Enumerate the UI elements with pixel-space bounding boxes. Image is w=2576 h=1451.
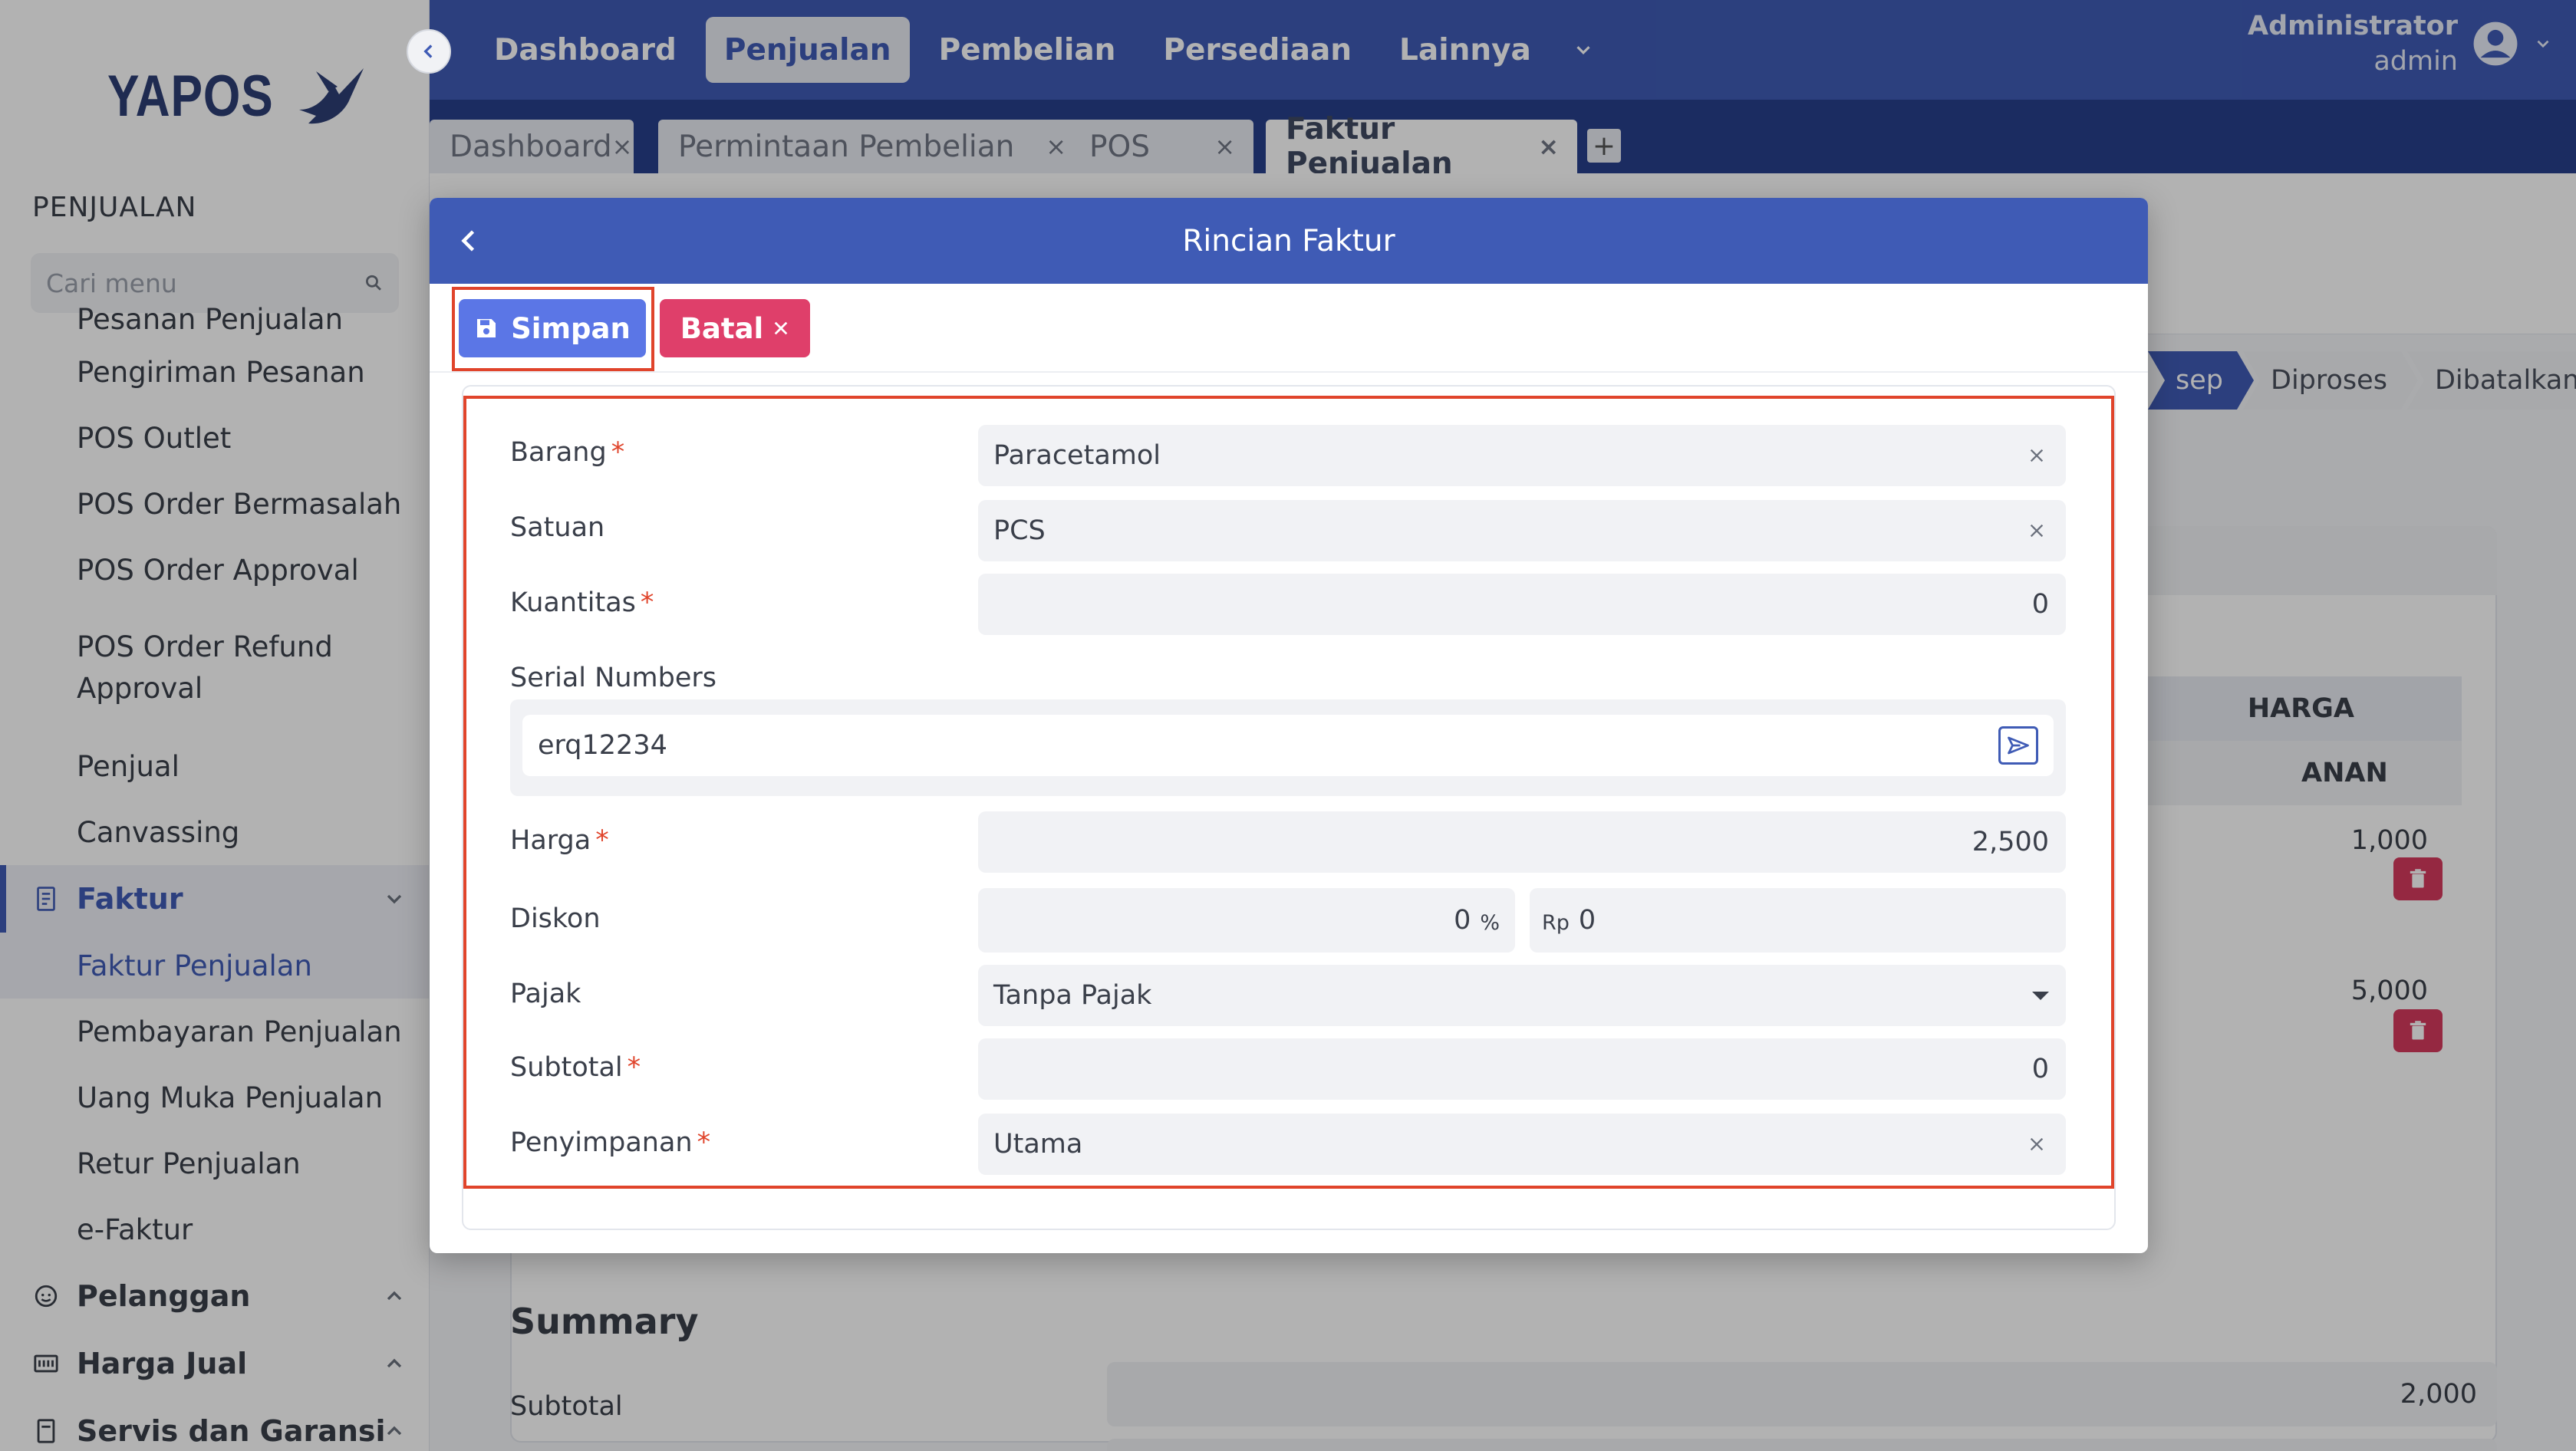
label-text: Barang xyxy=(510,437,607,468)
close-icon xyxy=(774,321,788,335)
kuantitas-input[interactable]: 0 xyxy=(978,574,2066,635)
modal-header: Rincian Faktur xyxy=(430,198,2148,284)
pajak-select[interactable]: Tanpa Pajak xyxy=(978,965,2066,1026)
required-mark: * xyxy=(640,587,654,618)
modal-back-button[interactable] xyxy=(448,219,491,262)
label-text: Pajak xyxy=(510,979,581,1009)
field-label-diskon: Diskon xyxy=(510,903,601,934)
toolbar-divider xyxy=(430,371,2148,373)
chevron-left-icon xyxy=(423,44,433,58)
harga-input[interactable]: 2,500 xyxy=(978,811,2066,873)
field-label-barang: Barang * xyxy=(510,437,624,468)
floppy-disk-icon xyxy=(477,319,496,337)
satuan-select[interactable]: PCS xyxy=(978,500,2066,561)
label-text: Diskon xyxy=(510,903,601,934)
barang-select[interactable]: Paracetamol xyxy=(978,425,2066,486)
subtotal-input: 0 xyxy=(978,1038,2066,1100)
field-value: 0 xyxy=(2031,589,2049,620)
send-icon[interactable] xyxy=(1998,726,2038,765)
penyimpanan-select[interactable]: Utama xyxy=(978,1114,2066,1175)
diskon-percent-input[interactable]: 0 % xyxy=(978,888,1515,953)
field-value: Paracetamol xyxy=(993,440,1161,471)
percent-unit: % xyxy=(1480,910,1500,935)
modal-title: Rincian Faktur xyxy=(1182,223,1395,258)
field-value: Tanpa Pajak xyxy=(993,980,1152,1011)
required-mark: * xyxy=(697,1127,711,1158)
label-text: Subtotal xyxy=(510,1052,623,1083)
currency-unit: Rp xyxy=(1542,910,1570,935)
required-mark: * xyxy=(611,437,625,468)
clear-icon[interactable] xyxy=(2024,443,2049,468)
label-text: Harga xyxy=(510,825,591,856)
field-value: erq12234 xyxy=(538,730,667,761)
diskon-rupiah-input[interactable]: Rp 0 xyxy=(1530,888,2066,953)
clear-icon[interactable] xyxy=(2024,1132,2049,1157)
save-button[interactable]: Simpan xyxy=(459,299,646,357)
field-label-subtotal: Subtotal * xyxy=(510,1052,641,1083)
field-label-penyimpanan: Penyimpanan * xyxy=(510,1127,710,1158)
cancel-button[interactable]: Batal xyxy=(660,299,810,357)
field-label-harga: Harga * xyxy=(510,825,609,856)
label-text: Kuantitas xyxy=(510,587,636,618)
serial-number-input[interactable]: erq12234 xyxy=(522,715,2054,776)
field-value: 0 xyxy=(1454,905,1471,936)
field-label-satuan: Satuan xyxy=(510,512,604,543)
label-text: Satuan xyxy=(510,512,605,543)
cancel-button-label: Batal xyxy=(680,311,764,345)
required-mark: * xyxy=(595,825,609,856)
field-value: 0 xyxy=(2031,1054,2049,1084)
sidebar-collapse-button[interactable] xyxy=(407,29,451,74)
save-button-label: Simpan xyxy=(511,311,631,345)
label-text: Serial Numbers xyxy=(510,663,716,693)
field-value: 2,500 xyxy=(1972,827,2049,857)
field-value: PCS xyxy=(993,515,1046,546)
field-label-kuantitas: Kuantitas * xyxy=(510,587,654,618)
chevron-left-icon xyxy=(461,230,475,252)
field-label-pajak: Pajak xyxy=(510,979,581,1009)
clear-icon[interactable] xyxy=(2024,518,2049,543)
field-value: Utama xyxy=(993,1129,1083,1160)
serial-numbers-box: erq12234 xyxy=(510,699,2066,796)
caret-down-icon xyxy=(2032,991,2049,1000)
field-label-serial-numbers: Serial Numbers xyxy=(510,663,716,693)
required-mark: * xyxy=(627,1052,641,1083)
field-value: 0 xyxy=(1578,905,1596,936)
label-text: Penyimpanan xyxy=(510,1127,693,1158)
rincian-faktur-modal: Rincian Faktur Simpan Batal Barang * Para… xyxy=(430,198,2148,1253)
